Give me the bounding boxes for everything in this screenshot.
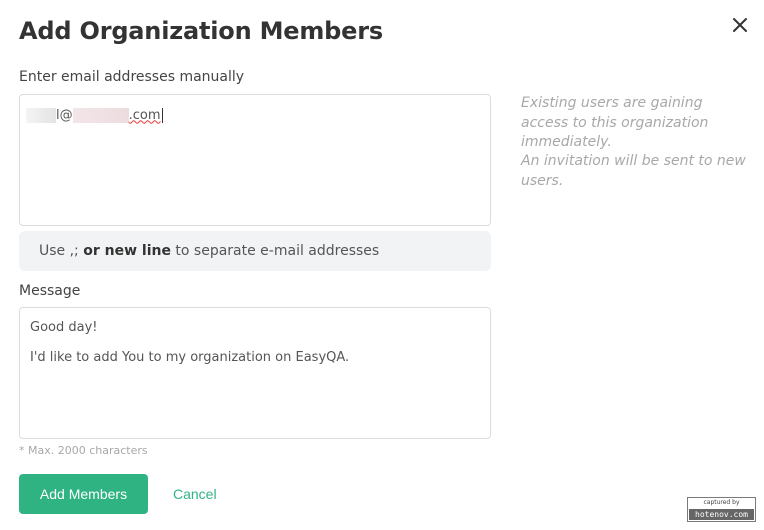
hint-prefix: Use ,;: [39, 243, 84, 259]
emails-label: Enter email addresses manually: [19, 69, 245, 85]
separator-hint: Use ,; or new line to separate e-mail ad…: [19, 231, 491, 271]
text-caret: [161, 107, 163, 123]
close-icon[interactable]: [728, 13, 752, 37]
redacted-text: [26, 107, 56, 123]
add-members-button[interactable]: Add Members: [19, 474, 148, 514]
email-at-part: l@: [56, 107, 73, 123]
existing-users-note: Existing users are gaining access to thi…: [521, 95, 709, 150]
redacted-text: [72, 107, 129, 123]
watermark-bottom-text: hotenov.com: [689, 509, 754, 520]
email-entry: l@ .com: [26, 107, 484, 123]
hint-bold: or new line: [83, 243, 171, 259]
message-textarea[interactable]: Good day! I'd like to add You to my orga…: [19, 307, 491, 439]
message-label: Message: [19, 283, 81, 299]
watermark-top-text: captured by: [703, 499, 740, 506]
max-characters-note: * Max. 2000 characters: [19, 444, 148, 457]
dialog-title: Add Organization Members: [19, 17, 383, 45]
watermark-logo: captured by hotenov.com: [687, 497, 756, 522]
add-members-dialog: Add Organization Members Enter email add…: [0, 0, 764, 530]
hint-suffix: to separate e-mail addresses: [170, 243, 380, 259]
message-line: Good day!: [30, 320, 98, 335]
emails-textarea[interactable]: l@ .com: [19, 94, 491, 226]
cancel-button[interactable]: Cancel: [173, 486, 217, 502]
message-line: I'd like to add You to my organization o…: [30, 350, 350, 365]
invitation-note: An invitation will be sent to new users.: [521, 153, 746, 189]
email-domain-part: .com: [128, 107, 161, 123]
